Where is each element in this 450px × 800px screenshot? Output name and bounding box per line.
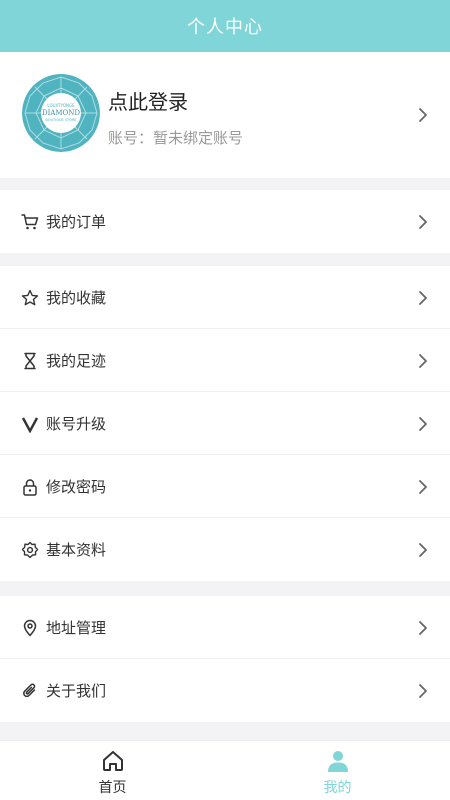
menu-item-profile-info[interactable]: 基本资料 (0, 518, 450, 581)
gear-icon (20, 540, 40, 560)
menu-label-profile-info: 基本资料 (46, 541, 107, 559)
star-icon (20, 288, 40, 308)
menu-group-other: 地址管理 关于我们 (0, 596, 450, 722)
top-bar: 个人中心 (0, 0, 450, 52)
v-icon (20, 414, 40, 434)
login-link[interactable]: 点此登录 (108, 86, 188, 115)
chevron-right-icon (419, 543, 427, 557)
profile-card[interactable]: LOUXTYONGE DIAMOND BOUTIQUE STORE 点此登录 账… (0, 52, 450, 178)
menu-label-password: 修改密码 (46, 478, 107, 496)
location-icon (20, 618, 40, 638)
menu-label-history: 我的足迹 (46, 352, 107, 370)
menu-label-upgrade: 账号升级 (46, 415, 107, 433)
avatar-text-top: LOUXTYONGE (47, 103, 75, 108)
chevron-right-icon (419, 354, 427, 368)
lock-icon (20, 477, 40, 497)
chevron-right-icon (419, 417, 427, 431)
menu-item-password[interactable]: 修改密码 (0, 455, 450, 518)
tab-mine[interactable]: 我的 (225, 741, 450, 800)
diamond-logo-icon: LOUXTYONGE DIAMOND BOUTIQUE STORE (22, 74, 100, 152)
chevron-right-icon (419, 621, 427, 635)
home-icon (102, 751, 123, 771)
user-icon (327, 751, 348, 772)
menu-item-orders[interactable]: 我的订单 (0, 190, 450, 253)
tab-home[interactable]: 首页 (0, 741, 225, 800)
tab-mine-label: 我的 (323, 780, 352, 796)
avatar-text-sub: BOUTIQUE STORE (45, 118, 76, 122)
menu-group-orders: 我的订单 (0, 190, 450, 253)
menu-item-upgrade[interactable]: 账号升级 (0, 392, 450, 455)
avatar[interactable]: LOUXTYONGE DIAMOND BOUTIQUE STORE (22, 74, 100, 152)
menu-label-address: 地址管理 (46, 619, 107, 637)
chevron-right-icon (419, 480, 427, 494)
menu-item-favorites[interactable]: 我的收藏 (0, 266, 450, 329)
tab-home-label: 首页 (98, 780, 127, 796)
page-title: 个人中心 (187, 17, 263, 38)
cart-icon (20, 212, 40, 232)
menu-label-favorites: 我的收藏 (46, 289, 107, 307)
menu-group-account: 我的收藏 我的足迹 账号升级 修改密码 基本资料 (0, 266, 450, 581)
menu-label-about: 关于我们 (46, 682, 107, 700)
paperclip-icon (20, 681, 40, 701)
menu-label-orders: 我的订单 (46, 213, 107, 231)
menu-item-about[interactable]: 关于我们 (0, 659, 450, 722)
chevron-right-icon (419, 215, 427, 229)
chevron-right-icon (419, 291, 427, 305)
avatar-text-main: DIAMOND (42, 109, 80, 117)
chevron-right-icon (419, 108, 427, 122)
hourglass-icon (20, 351, 40, 371)
bottom-tab-bar: 首页 我的 (0, 740, 450, 800)
chevron-right-icon (419, 684, 427, 698)
menu-item-address[interactable]: 地址管理 (0, 596, 450, 659)
account-status: 账号：暂未绑定账号 (108, 129, 244, 147)
menu-item-history[interactable]: 我的足迹 (0, 329, 450, 392)
